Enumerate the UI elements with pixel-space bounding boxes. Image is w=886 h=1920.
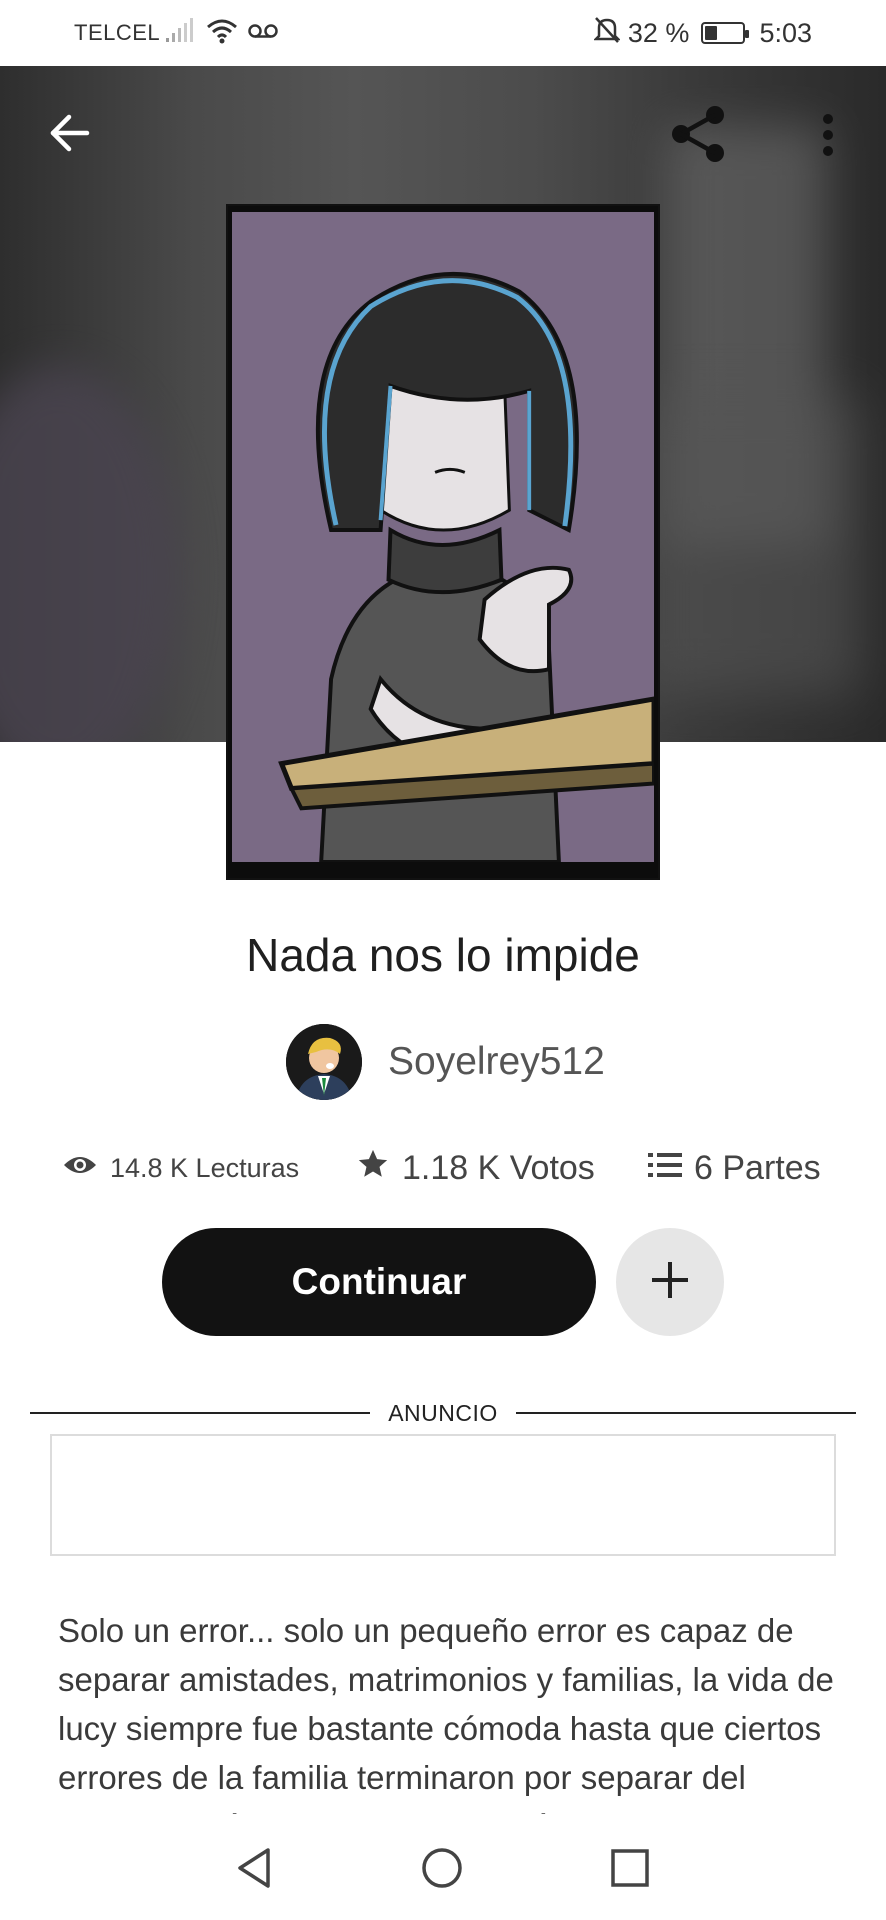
divider-line-right — [516, 1412, 856, 1414]
votes-count: 1.18 K Votos — [402, 1148, 595, 1187]
story-title: Nada nos lo impide — [246, 929, 640, 981]
parts-stat[interactable]: 6 Partes — [648, 1140, 821, 1196]
star-icon — [356, 1147, 390, 1190]
story-cover[interactable] — [226, 204, 660, 880]
status-icons-right: 32 % 5:03 — [592, 14, 812, 52]
more-vertical-icon — [821, 113, 835, 162]
voicemail-icon — [248, 22, 278, 45]
ad-slot[interactable] — [50, 1434, 836, 1556]
signal-icon — [166, 17, 196, 49]
cover-illustration — [232, 212, 654, 862]
author-link[interactable]: Soyelrey512 — [286, 1024, 605, 1100]
add-to-library-button[interactable] — [616, 1228, 724, 1336]
nav-home-button[interactable] — [412, 1840, 472, 1900]
nav-recent-icon — [610, 1848, 650, 1893]
continue-reading-button[interactable]: Continuar — [162, 1228, 596, 1336]
list-icon — [648, 1149, 682, 1188]
ad-divider: ANUNCIO — [30, 1398, 856, 1428]
nav-back-button[interactable] — [224, 1840, 284, 1900]
share-icon — [667, 103, 729, 170]
share-button[interactable] — [662, 100, 734, 172]
votes-stat: 1.18 K Votos — [356, 1140, 595, 1196]
author-name[interactable]: Soyelrey512 — [388, 1040, 605, 1084]
clock: 5:03 — [759, 17, 812, 48]
mute-icon — [592, 16, 621, 51]
status-icons-left — [166, 16, 278, 50]
nav-home-icon — [420, 1846, 464, 1895]
nav-recent-button[interactable] — [600, 1840, 660, 1900]
back-button[interactable] — [36, 102, 102, 168]
story-description: Solo un error... solo un pequeño error e… — [58, 1612, 834, 1820]
story-stats: 14.8 K Lecturas 1.18 K Votos 6 Partes — [0, 1140, 886, 1196]
eye-icon — [62, 1153, 98, 1184]
carrier-name: TELCEL — [74, 20, 161, 45]
status-bar: TELCEL 32 % 5:03 — [0, 0, 886, 66]
author-avatar[interactable] — [286, 1024, 362, 1100]
plus-icon — [649, 1259, 691, 1306]
system-navigation-bar — [0, 1814, 886, 1920]
nav-back-icon — [234, 1846, 274, 1895]
battery-percent: 32 % — [627, 17, 690, 48]
more-options-button[interactable] — [806, 104, 850, 170]
parts-count: 6 Partes — [694, 1148, 821, 1187]
reads-count: 14.8 K Lecturas — [110, 1152, 300, 1183]
back-arrow-icon — [47, 113, 91, 158]
battery-icon — [701, 22, 750, 44]
reads-stat: 14.8 K Lecturas — [62, 1140, 299, 1196]
wifi-icon — [206, 17, 238, 50]
